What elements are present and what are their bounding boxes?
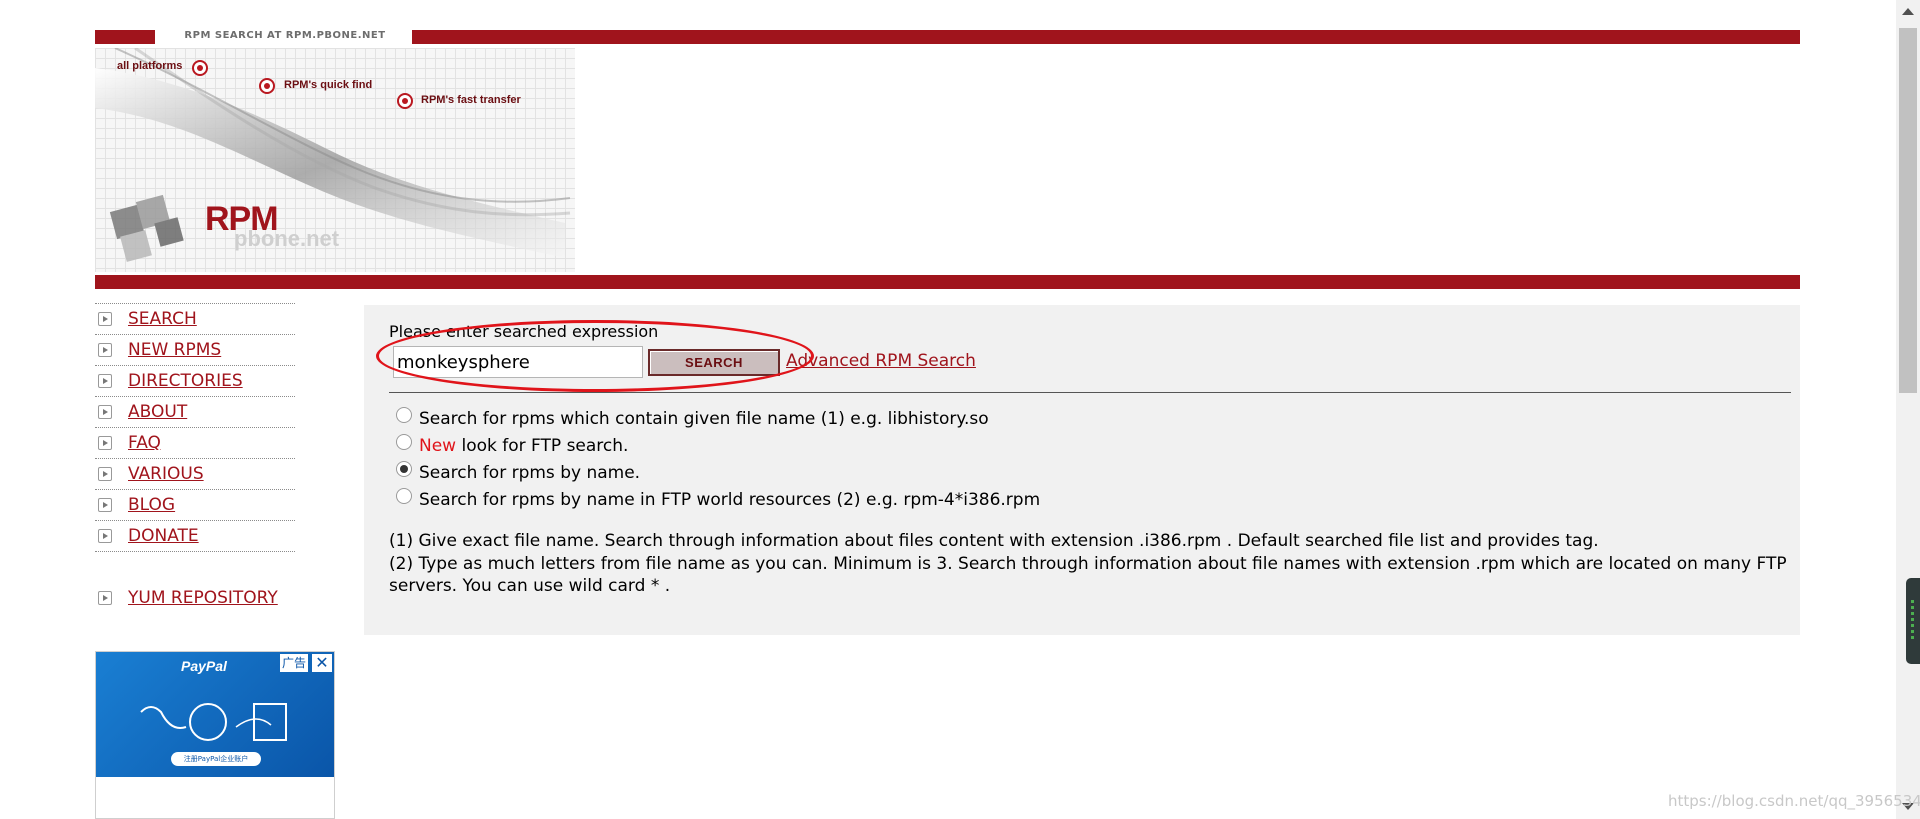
- scroll-up-arrow-icon[interactable]: [1902, 8, 1914, 15]
- header-caption: RPM SEARCH AT RPM.PBONE.NET: [184, 30, 386, 41]
- side-widget-tab[interactable]: [1906, 578, 1920, 664]
- tagline-dot-icon: [259, 78, 275, 94]
- radio-ftp-world[interactable]: [396, 488, 412, 504]
- radio-ftp-search[interactable]: [396, 434, 412, 450]
- new-label: New: [419, 436, 457, 456]
- arrow-right-icon: [98, 343, 112, 357]
- arrow-right-icon: [98, 467, 112, 481]
- sidebar-link-donate[interactable]: DONATE: [128, 526, 199, 546]
- option-by-name-label: Search for rpms by name.: [419, 463, 641, 483]
- advanced-search-link[interactable]: Advanced RPM Search: [786, 351, 976, 371]
- option-ftp-search[interactable]: New look for FTP search.: [396, 434, 629, 456]
- logo-domain-text: pbone.net: [234, 226, 340, 251]
- sidebar-item-yum-repository[interactable]: YUM REPOSITORY: [95, 588, 278, 608]
- arrow-right-icon: [98, 374, 112, 388]
- arrow-right-icon: [98, 405, 112, 419]
- option-ftp-world-label: Search for rpms by name in FTP world res…: [419, 490, 1041, 510]
- sidebar-item-faq[interactable]: FAQ: [95, 427, 295, 458]
- sidebar-nav: SEARCH NEW RPMS DIRECTORIES ABOUT FAQ VA…: [95, 303, 295, 552]
- sidebar-item-search[interactable]: SEARCH: [95, 303, 295, 334]
- sidebar-link-faq[interactable]: FAQ: [128, 433, 161, 453]
- watermark-text: https://blog.csdn.net/qq_3956534: [1668, 792, 1920, 810]
- logo-cubes: [109, 194, 184, 262]
- radio-file-name[interactable]: [396, 407, 412, 423]
- option-ftp-search-label: look for FTP search.: [456, 436, 629, 456]
- footnote-2: (2) Type as much letters from file name …: [389, 554, 1787, 596]
- arrow-right-icon: [98, 591, 112, 605]
- sidebar-link-about[interactable]: ABOUT: [128, 402, 187, 422]
- highlight-annotation-oval: [376, 320, 814, 392]
- tagline-dot-icon: [192, 60, 208, 76]
- sidebar-item-various[interactable]: VARIOUS: [95, 458, 295, 489]
- ad-label-badge: 广告: [280, 654, 308, 672]
- sidebar-item-blog[interactable]: BLOG: [95, 489, 295, 520]
- sidebar-link-various[interactable]: VARIOUS: [128, 464, 204, 484]
- sidebar-item-donate[interactable]: DONATE: [95, 520, 295, 552]
- tagline-dot-icon: [397, 93, 413, 109]
- option-file-name-label: Search for rpms which contain given file…: [419, 409, 989, 429]
- sidebar-link-yum-repository[interactable]: YUM REPOSITORY: [128, 588, 278, 608]
- divider: [389, 392, 1791, 393]
- header-top-strip-right: [412, 30, 1800, 44]
- footnote-1: (1) Give exact file name. Search through…: [389, 531, 1599, 551]
- tagline-all-platforms: all platforms: [117, 60, 183, 72]
- arrow-right-icon: [98, 498, 112, 512]
- arrow-right-icon: [98, 529, 112, 543]
- option-file-name[interactable]: Search for rpms which contain given file…: [396, 407, 989, 429]
- sidebar-link-directories[interactable]: DIRECTORIES: [128, 371, 243, 391]
- sidebar-link-search[interactable]: SEARCH: [128, 309, 197, 329]
- sidebar-link-blog[interactable]: BLOG: [128, 495, 175, 515]
- tagline-quick-find: RPM's quick find: [284, 79, 373, 91]
- header-bottom-strip: [95, 275, 1800, 289]
- sidebar-item-new-rpms[interactable]: NEW RPMS: [95, 334, 295, 365]
- close-icon[interactable]: ✕: [312, 654, 332, 672]
- arrow-right-icon: [98, 436, 112, 450]
- arrow-right-icon: [98, 312, 112, 326]
- tagline-fast-transfer: RPM's fast transfer: [421, 94, 521, 106]
- option-ftp-world[interactable]: Search for rpms by name in FTP world res…: [396, 488, 1041, 510]
- advertisement[interactable]: PayPal 注册PayPal企业账户 广告 ✕: [95, 651, 335, 819]
- option-by-name[interactable]: Search for rpms by name.: [396, 461, 641, 483]
- radio-by-name[interactable]: [396, 461, 412, 477]
- sidebar-link-new-rpms[interactable]: NEW RPMS: [128, 340, 221, 360]
- sidebar-item-directories[interactable]: DIRECTORIES: [95, 365, 295, 396]
- sidebar-item-about[interactable]: ABOUT: [95, 396, 295, 427]
- header-top-strip-left: [95, 30, 155, 44]
- scrollbar-thumb[interactable]: [1899, 28, 1917, 393]
- ad-cta-button[interactable]: 注册PayPal企业账户: [171, 752, 261, 766]
